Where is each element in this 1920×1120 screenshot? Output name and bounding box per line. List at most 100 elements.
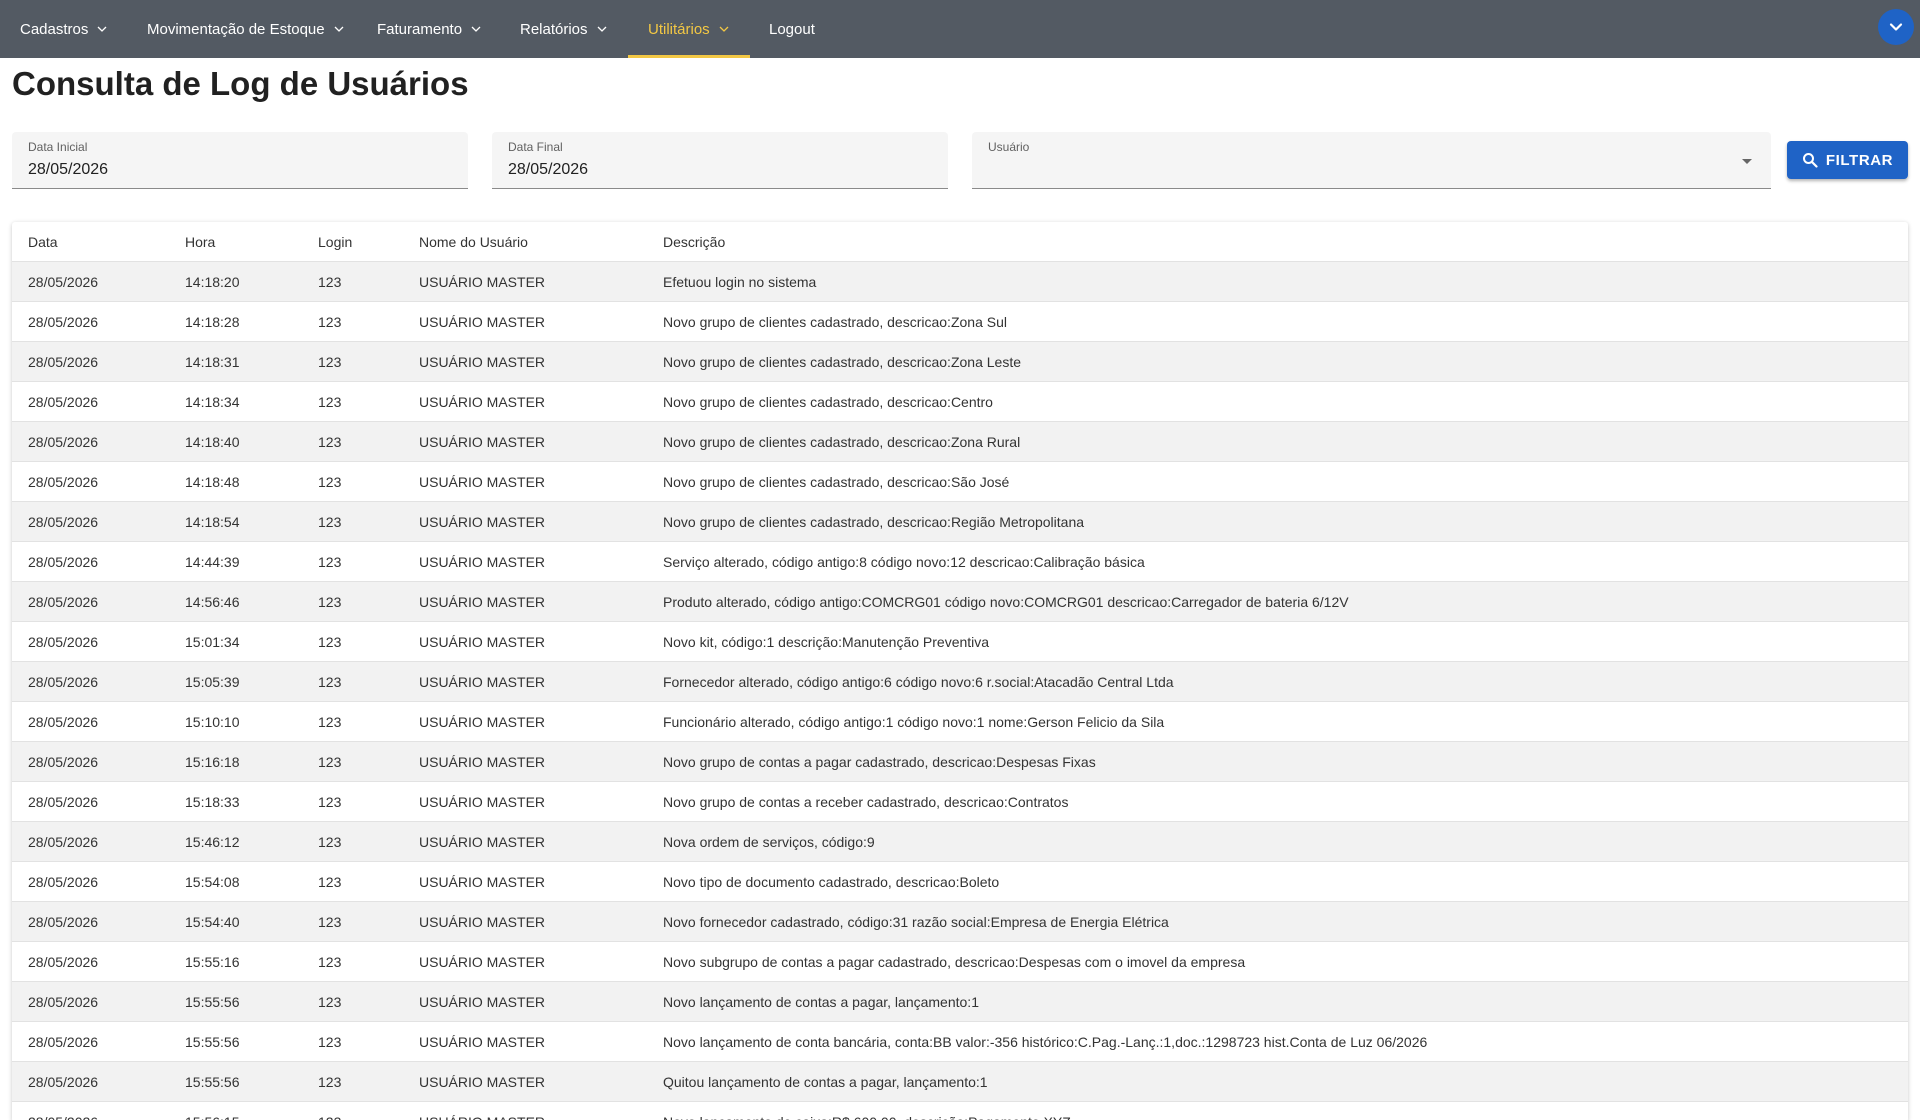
table-row[interactable]: 28/05/2026 15:46:12 123 USUÁRIO MASTER Nova …	[12, 822, 1908, 862]
table-row[interactable]: 28/05/2026 15:56:15 123 USUÁRIO MASTER Novo …	[12, 1102, 1908, 1120]
cell-login: 123	[318, 834, 342, 850]
cell-login: 123	[318, 314, 342, 330]
cell-nome-usuario: USUÁRIO MASTER	[419, 594, 546, 610]
cell-hora: 15:56:15	[185, 1102, 240, 1120]
cell-data: 28/05/2026	[28, 954, 99, 970]
table-row[interactable]: 28/05/2026 14:44:39 123 USUÁRIO MASTER Servi…	[12, 542, 1908, 582]
user-menu-button[interactable]	[1878, 9, 1914, 45]
data-inicial-value[interactable]: 28/05/2026	[28, 161, 108, 179]
header-login[interactable]: Login	[318, 222, 352, 262]
cell-hora: 15:46:12	[185, 834, 240, 850]
cell-descricao: Produto alterado, código antigo:COMCRG01…	[663, 594, 1349, 610]
cell-login: 123	[318, 794, 342, 810]
table-row[interactable]: 28/05/2026 15:10:10 123 USUÁRIO MASTER Funci…	[12, 702, 1908, 742]
cell-login: 123	[318, 634, 342, 650]
cell-data: 28/05/2026	[28, 914, 99, 930]
cell-descricao: Novo grupo de clientes cadastrado, descr…	[663, 434, 1021, 450]
cell-login: 123	[318, 474, 342, 490]
cell-hora: 14:18:28	[185, 314, 240, 330]
cell-data: 28/05/2026	[28, 834, 99, 850]
nav-utilitarios-label: Utilitários	[648, 20, 710, 38]
chevron-down-icon	[97, 26, 107, 32]
cell-data: 28/05/2026	[28, 1102, 98, 1120]
cell-nome-usuario: USUÁRIO MASTER	[419, 1102, 545, 1120]
data-final-field[interactable]: Data Final 28/05/2026	[492, 132, 948, 189]
cell-login: 123	[318, 914, 342, 930]
cell-nome-usuario: USUÁRIO MASTER	[419, 834, 546, 850]
table-row[interactable]: 28/05/2026 15:55:56 123 USUÁRIO MASTER Quito…	[12, 1062, 1908, 1102]
cell-nome-usuario: USUÁRIO MASTER	[419, 794, 546, 810]
cell-nome-usuario: USUÁRIO MASTER	[419, 634, 546, 650]
table-row[interactable]: 28/05/2026 15:55:16 123 USUÁRIO MASTER Novo …	[12, 942, 1908, 982]
cell-nome-usuario: USUÁRIO MASTER	[419, 434, 546, 450]
table-row[interactable]: 28/05/2026 14:18:28 123 USUÁRIO MASTER Novo …	[12, 302, 1908, 342]
table-row[interactable]: 28/05/2026 15:54:08 123 USUÁRIO MASTER Novo …	[12, 862, 1908, 902]
cell-nome-usuario: USUÁRIO MASTER	[419, 514, 546, 530]
nav-relatorios[interactable]: Relatórios	[520, 0, 608, 58]
nav-utilitarios[interactable]: Utilitários	[628, 0, 750, 58]
cell-hora: 15:54:08	[185, 874, 240, 890]
table-row[interactable]: 28/05/2026 15:18:33 123 USUÁRIO MASTER Novo …	[12, 782, 1908, 822]
table-row[interactable]: 28/05/2026 14:18:40 123 USUÁRIO MASTER Novo …	[12, 422, 1908, 462]
table-row[interactable]: 28/05/2026 14:18:34 123 USUÁRIO MASTER Novo …	[12, 382, 1908, 422]
usuario-label: Usuário	[988, 140, 1030, 154]
top-navbar: Cadastros Movimentação de Estoque Fatura…	[0, 0, 1920, 58]
cell-data: 28/05/2026	[28, 794, 99, 810]
table-header: Data Hora Login Nome do Usuário Descriçã…	[12, 222, 1908, 262]
cell-nome-usuario: USUÁRIO MASTER	[419, 994, 546, 1010]
table-row[interactable]: 28/05/2026 15:05:39 123 USUÁRIO MASTER Forne…	[12, 662, 1908, 702]
table-row[interactable]: 28/05/2026 15:55:56 123 USUÁRIO MASTER Novo …	[12, 1022, 1908, 1062]
header-nome-usuario[interactable]: Nome do Usuário	[419, 222, 528, 262]
table-row[interactable]: 28/05/2026 14:18:31 123 USUÁRIO MASTER Novo …	[12, 342, 1908, 382]
cell-data: 28/05/2026	[28, 354, 99, 370]
dropdown-arrow-icon[interactable]	[1741, 155, 1753, 167]
page-title: Consulta de Log de Usuários	[12, 65, 469, 102]
nav-logout[interactable]: Logout	[769, 0, 815, 58]
cell-hora: 15:18:33	[185, 794, 240, 810]
cell-descricao: Novo grupo de contas a pagar cadastrado,…	[663, 754, 1096, 770]
cell-login: 123	[318, 274, 342, 290]
table-row[interactable]: 28/05/2026 14:56:46 123 USUÁRIO MASTER Produ…	[12, 582, 1908, 622]
table-row[interactable]: 28/05/2026 15:55:56 123 USUÁRIO MASTER Novo …	[12, 982, 1908, 1022]
nav-cadastros[interactable]: Cadastros	[20, 0, 108, 58]
header-hora[interactable]: Hora	[185, 222, 215, 262]
cell-descricao: Novo tipo de documento cadastrado, descr…	[663, 874, 1000, 890]
cell-login: 123	[318, 354, 342, 370]
nav-cadastros-label: Cadastros	[20, 20, 89, 38]
cell-nome-usuario: USUÁRIO MASTER	[419, 874, 546, 890]
cell-descricao: Fornecedor alterado, código antigo:6 cód…	[663, 674, 1174, 690]
data-final-value[interactable]: 28/05/2026	[508, 161, 588, 179]
cell-descricao: Novo grupo de clientes cadastrado, descr…	[663, 354, 1021, 370]
cell-login: 123	[318, 394, 342, 410]
table-body: 28/05/2026 14:18:20 123 USUÁRIO MASTER Efetu…	[12, 262, 1908, 1120]
filtrar-button[interactable]: FILTRAR	[1787, 141, 1908, 179]
cell-descricao: Serviço alterado, código antigo:8 código…	[663, 554, 1145, 570]
data-inicial-field[interactable]: Data Inicial 28/05/2026	[12, 132, 468, 189]
cell-hora: 14:18:48	[185, 474, 240, 490]
table-row[interactable]: 28/05/2026 14:18:20 123 USUÁRIO MASTER Efetu…	[12, 262, 1908, 302]
cell-hora: 15:55:56	[185, 1074, 240, 1090]
cell-nome-usuario: USUÁRIO MASTER	[419, 1074, 546, 1090]
cell-descricao: Novo lançamento de caixa:R$ 600,00, desc…	[663, 1102, 1071, 1120]
cell-hora: 15:16:18	[185, 754, 240, 770]
table-row[interactable]: 28/05/2026 15:54:40 123 USUÁRIO MASTER Novo …	[12, 902, 1908, 942]
table-row[interactable]: 28/05/2026 14:18:54 123 USUÁRIO MASTER Novo …	[12, 502, 1908, 542]
cell-nome-usuario: USUÁRIO MASTER	[419, 394, 546, 410]
cell-hora: 14:18:20	[185, 274, 240, 290]
header-descricao[interactable]: Descrição	[663, 222, 725, 262]
cell-descricao: Novo lançamento de contas a pagar, lança…	[663, 994, 979, 1010]
table-row[interactable]: 28/05/2026 14:18:48 123 USUÁRIO MASTER Novo …	[12, 462, 1908, 502]
cell-login: 123	[318, 554, 342, 570]
nav-faturamento[interactable]: Faturamento	[377, 0, 482, 58]
table-row[interactable]: 28/05/2026 15:01:34 123 USUÁRIO MASTER Novo …	[12, 622, 1908, 662]
table-row[interactable]: 28/05/2026 15:16:18 123 USUÁRIO MASTER Novo …	[12, 742, 1908, 782]
cell-data: 28/05/2026	[28, 674, 99, 690]
usuario-select[interactable]: Usuário	[972, 132, 1771, 189]
header-data[interactable]: Data	[28, 222, 58, 262]
cell-hora: 14:44:39	[185, 554, 240, 570]
nav-movimentacao-estoque[interactable]: Movimentação de Estoque	[147, 0, 345, 58]
chevron-down-icon	[1889, 23, 1903, 31]
cell-data: 28/05/2026	[28, 874, 99, 890]
cell-descricao: Efetuou login no sistema	[663, 274, 817, 290]
cell-data: 28/05/2026	[28, 474, 99, 490]
